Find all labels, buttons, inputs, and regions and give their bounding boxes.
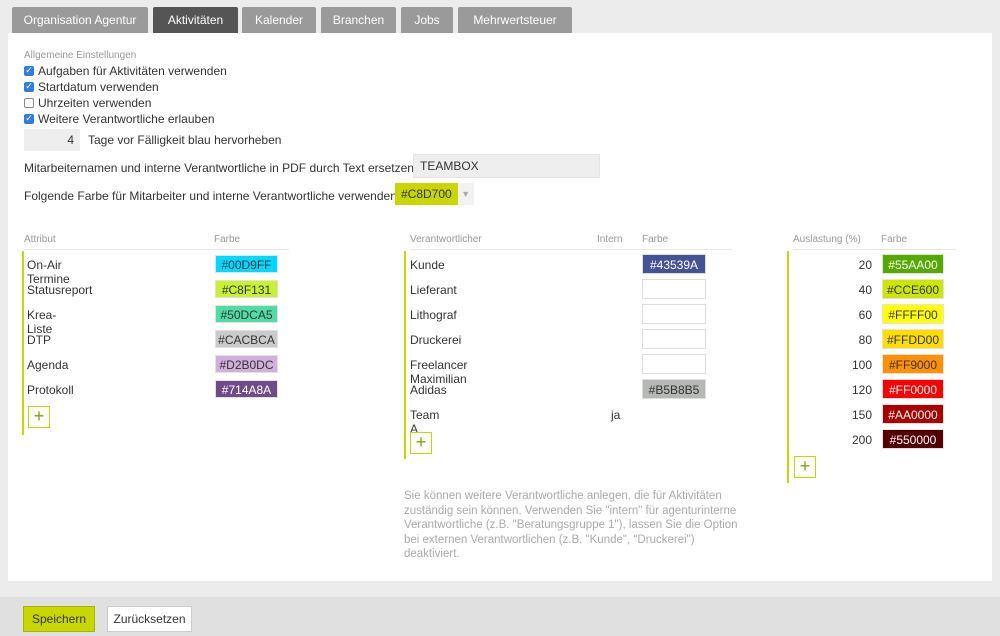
responsible-color-swatch[interactable]: #B5B8B5 — [642, 379, 706, 399]
pdf-replace-input[interactable]: TEAMBOX — [413, 154, 600, 178]
utilization-value: 60 — [858, 308, 872, 322]
color-select[interactable]: #C8D700 ▼ — [395, 183, 474, 205]
utilization-color-swatch[interactable]: #FF9000 — [882, 354, 944, 374]
attribute-name: DTP — [27, 333, 51, 347]
util-header-rule — [793, 249, 956, 250]
responsible-color-swatch[interactable] — [642, 354, 706, 374]
general-option-row[interactable]: ✓ Startdatum verwenden — [24, 79, 159, 94]
chevron-down-icon: ▼ — [457, 183, 474, 205]
attribute-name: Krea-Liste — [27, 308, 57, 336]
add-attribute-button[interactable]: + — [28, 406, 50, 428]
utilization-value: 40 — [858, 283, 872, 297]
resp-col-name: Verantwortlicher — [410, 234, 482, 245]
attr-header-rule — [24, 249, 289, 250]
tab-organisation-agentur[interactable]: Organisation Agentur — [12, 7, 148, 33]
color-label: Folgende Farbe für Mitarbeiter und inter… — [24, 189, 397, 203]
utilization-color-swatch[interactable]: #550000 — [882, 429, 944, 449]
util-col-value: Auslastung (%) — [793, 234, 861, 245]
hint-line: deaktiviert. — [404, 548, 460, 561]
resp-col-intern: Intern — [597, 234, 623, 245]
responsible-name: Freelancer Maximilian — [410, 358, 468, 386]
responsible-name: Lithograf — [410, 308, 457, 322]
pdf-replace-label: Mitarbeiternamen und interne Verantwortl… — [24, 161, 414, 175]
attr-col-color: Farbe — [214, 234, 241, 245]
utilization-value: 150 — [851, 408, 872, 422]
attribute-name: Agenda — [27, 358, 69, 372]
attribute-name: Statusreport — [27, 283, 93, 297]
tab-jobs[interactable]: Jobs — [401, 7, 453, 33]
checkbox[interactable]: ✓ — [24, 65, 34, 76]
hint-line: zuständig sein können. Verwenden Sie "in… — [404, 504, 737, 517]
utilization-color-swatch[interactable]: #FF0000 — [882, 379, 944, 399]
tab-kalender[interactable]: Kalender — [242, 7, 316, 33]
resp-col-color: Farbe — [642, 234, 669, 245]
attribute-name: On-Air Termine — [27, 258, 70, 286]
attribute-name: Protokoll — [27, 383, 74, 397]
tab-branchen[interactable]: Branchen — [321, 7, 396, 33]
hint-line: Verantwortliche (z.B. "Beratungsgruppe 1… — [404, 519, 738, 532]
responsible-name: Druckerei — [410, 333, 462, 347]
general-option-label: Uhrzeiten verwenden — [38, 95, 152, 110]
attribute-color-swatch[interactable]: #50DCA5 — [215, 305, 278, 323]
utilization-color-swatch[interactable]: #AA0000 — [882, 404, 944, 424]
utilization-value: 100 — [851, 358, 872, 372]
responsible-name: Adidas — [410, 383, 447, 397]
resp-header-rule — [410, 249, 732, 250]
general-option-label: Startdatum verwenden — [38, 79, 159, 94]
resp-accent-bar — [404, 251, 406, 459]
responsible-color-swatch[interactable] — [642, 279, 706, 299]
responsible-name: Lieferant — [410, 283, 457, 297]
add-responsible-button[interactable]: + — [410, 432, 432, 454]
utilization-value: 200 — [851, 433, 872, 447]
utilization-color-swatch[interactable]: #FFFF00 — [882, 304, 944, 324]
utilization-color-swatch[interactable]: #55AA00 — [882, 254, 944, 274]
checkbox[interactable]: ✓ — [24, 113, 34, 124]
responsible-name: Kunde — [410, 258, 445, 272]
attribute-color-swatch[interactable]: #CACBCA — [215, 330, 278, 348]
responsible-color-swatch[interactable] — [642, 304, 706, 324]
checkbox[interactable] — [24, 97, 34, 108]
hint-line: bei externen Verantwortlichen (z.B. "Kun… — [404, 533, 695, 546]
general-settings-heading: Allgemeine Einstellungen — [24, 50, 137, 61]
days-label: Tage vor Fälligkeit blau hervorheben — [88, 133, 282, 147]
attribute-color-swatch[interactable]: #714A8A — [215, 380, 278, 398]
color-select-value: #C8D700 — [395, 183, 458, 205]
save-button[interactable]: Speichern — [23, 606, 95, 632]
util-col-color: Farbe — [881, 234, 908, 245]
attribute-color-swatch[interactable]: #D2B0DC — [215, 355, 278, 373]
general-option-label: Weitere Verantwortliche erlauben — [38, 111, 215, 126]
utilization-value: 120 — [851, 383, 872, 397]
days-input[interactable]: 4 — [24, 129, 80, 151]
responsible-hint: Sie können weitere Verantwortliche anleg… — [404, 489, 764, 562]
general-option-row[interactable]: ✓ Aufgaben für Aktivitäten verwenden — [24, 63, 227, 78]
general-option-row[interactable]: ✓ Weitere Verantwortliche erlauben — [24, 111, 215, 126]
utilization-color-swatch[interactable]: #FFDD00 — [882, 329, 944, 349]
settings-panel: Allgemeine Einstellungen ✓ Aufgaben für A… — [8, 33, 992, 581]
general-option-row[interactable]: Uhrzeiten verwenden — [24, 95, 151, 110]
utilization-value: 20 — [858, 258, 872, 272]
attr-accent-bar — [22, 251, 24, 435]
tab-mehrwertsteuer[interactable]: Mehrwertsteuer — [458, 7, 572, 33]
footer-bar: Speichern Zurücksetzen — [0, 597, 1000, 636]
general-option-label: Aufgaben für Aktivitäten verwenden — [38, 63, 227, 78]
responsible-intern: ja — [611, 408, 621, 422]
checkbox[interactable]: ✓ — [24, 81, 34, 92]
attribute-color-swatch[interactable]: #00D9FF — [215, 255, 278, 273]
util-accent-bar — [787, 251, 789, 483]
responsible-color-swatch[interactable]: #43539A — [642, 254, 706, 274]
attr-col-name: Attribut — [24, 234, 56, 245]
add-utilization-button[interactable]: + — [794, 456, 816, 478]
hint-line: Sie können weitere Verantwortliche anleg… — [404, 490, 722, 502]
tab-aktivitaeten[interactable]: Aktivitäten — [153, 7, 238, 33]
responsible-color-swatch[interactable] — [642, 329, 706, 349]
utilization-color-swatch[interactable]: #CCE600 — [882, 279, 944, 299]
reset-button[interactable]: Zurücksetzen — [107, 606, 192, 632]
attribute-color-swatch[interactable]: #C8F131 — [215, 280, 278, 298]
utilization-value: 80 — [858, 333, 872, 347]
